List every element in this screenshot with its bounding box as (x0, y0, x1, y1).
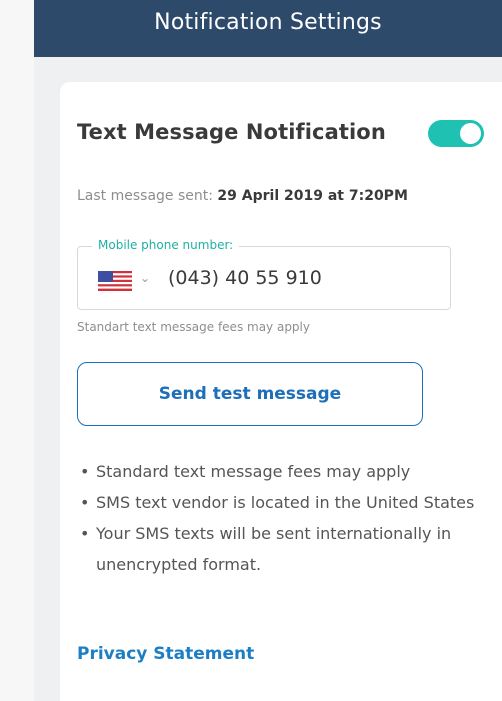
sms-notification-toggle[interactable] (428, 120, 484, 147)
last-sent-label: Last message sent: (77, 188, 218, 204)
bullet-item: • SMS text vendor is located in the Unit… (77, 487, 497, 518)
bullet-text: Your SMS texts will be sent internationa… (96, 524, 452, 574)
bullet-dot: • (80, 462, 90, 481)
bullet-item: • Standard text message fees may apply (77, 456, 497, 487)
last-sent-value: 29 April 2019 at 7:20PM (217, 188, 408, 204)
fees-hint: Standart text message fees may apply (77, 320, 310, 334)
mobile-phone-field[interactable]: Mobile phone number: ⌄ (043) 40 55 910 (77, 238, 451, 310)
phone-field-label: Mobile phone number: (92, 238, 240, 252)
left-gutter (0, 0, 34, 701)
last-message-sent: Last message sent: 29 April 2019 at 7:20… (77, 188, 408, 204)
page: Notification Settings Text Message Notif… (0, 0, 502, 701)
card-title: Text Message Notification (77, 120, 386, 144)
privacy-statement-link[interactable]: Privacy Statement (77, 644, 254, 664)
send-test-message-button[interactable]: Send test message (77, 362, 423, 426)
country-chevron-down-icon[interactable]: ⌄ (140, 271, 150, 285)
bullet-dot: • (80, 493, 90, 512)
bullet-item: • Your SMS texts will be sent internatio… (77, 518, 497, 580)
bullet-text: Standard text message fees may apply (96, 462, 411, 481)
toggle-knob (460, 123, 481, 144)
bullet-dot: • (80, 524, 90, 543)
bullet-text: SMS text vendor is located in the United… (96, 493, 475, 512)
us-flag-icon[interactable] (98, 271, 132, 291)
panel-title: Notification Settings (154, 10, 382, 35)
phone-number-value[interactable]: (043) 40 55 910 (168, 267, 322, 289)
info-bullet-list: • Standard text message fees may apply •… (77, 456, 497, 580)
text-notification-card: Text Message Notification Last message s… (60, 82, 502, 701)
notification-settings-panel: Notification Settings Text Message Notif… (34, 0, 502, 701)
panel-header: Notification Settings (34, 0, 502, 57)
